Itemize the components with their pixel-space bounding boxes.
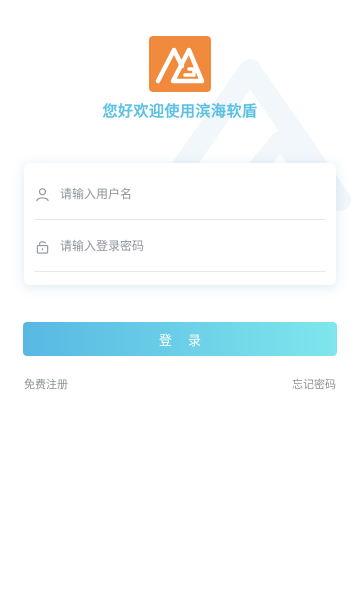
login-form-card <box>24 163 336 285</box>
welcome-title: 您好欢迎使用滨海软盾 <box>102 102 258 120</box>
app-logo <box>149 36 211 92</box>
password-input[interactable] <box>60 239 326 253</box>
brand-logo-icon <box>149 36 211 92</box>
user-icon <box>34 186 50 202</box>
password-field <box>34 221 326 272</box>
lock-icon <box>34 238 50 254</box>
username-field <box>34 169 326 220</box>
forgot-password-link[interactable]: 忘记密码 <box>292 376 336 392</box>
username-input[interactable] <box>60 187 326 201</box>
register-link[interactable]: 免费注册 <box>24 376 68 392</box>
login-button[interactable]: 登 录 <box>23 322 337 356</box>
